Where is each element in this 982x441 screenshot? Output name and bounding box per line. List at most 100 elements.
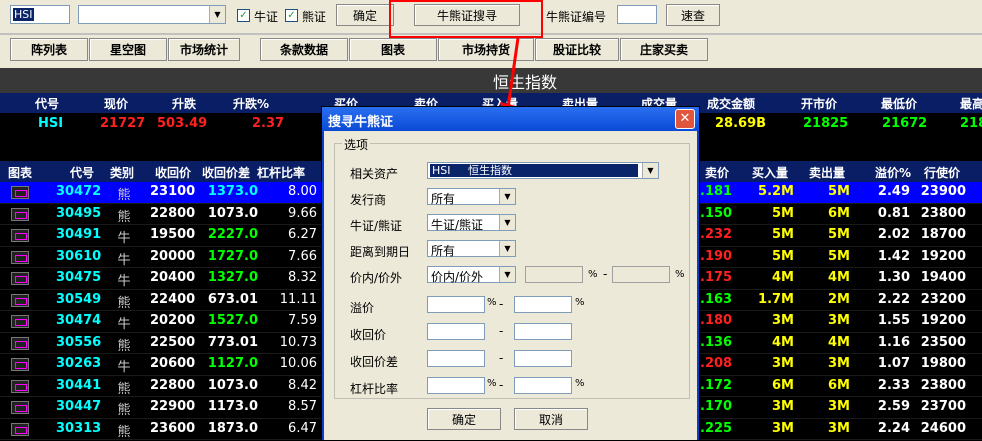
row-type: 牛 xyxy=(117,360,131,375)
row-leverage: 8.42 xyxy=(288,377,317,393)
row-type: 牛 xyxy=(117,317,131,332)
tab-terms[interactable]: 条款数据 xyxy=(260,38,348,61)
row-recall: 22800 xyxy=(150,205,196,221)
row-premium: 1.55 xyxy=(877,313,910,328)
bear-checkbox[interactable]: ✓ xyxy=(285,9,298,22)
recall-max-input[interactable] xyxy=(514,323,572,340)
chart-icon[interactable] xyxy=(11,315,29,328)
confirm-button[interactable]: 确定 xyxy=(336,4,394,26)
leverage-label: 杠杆比率 xyxy=(350,382,399,396)
tab-compare[interactable]: 股证比较 xyxy=(535,38,619,61)
range-dash: - xyxy=(499,297,504,311)
recall-label: 收回价 xyxy=(350,328,387,342)
dialog-cancel-button[interactable]: 取消 xyxy=(514,408,588,430)
row-recall: 22500 xyxy=(150,334,196,350)
chart-icon[interactable] xyxy=(11,358,29,371)
tab-dealer[interactable]: 庄家买卖 xyxy=(620,38,708,61)
index-code: HSI xyxy=(38,116,64,131)
percent-icon: % xyxy=(588,269,598,280)
leverage-min-input[interactable] xyxy=(427,377,485,394)
row-strike: 23200 xyxy=(920,291,966,307)
row-premium: 1.30 xyxy=(877,270,910,285)
bull-checkbox[interactable]: ✓ xyxy=(237,9,250,22)
moneyness-select[interactable]: 价内/价外 ▼ xyxy=(427,266,516,284)
premium-max-input[interactable] xyxy=(514,296,572,313)
row-bid-qty: 1.7M xyxy=(758,291,794,307)
col-strike: 行使价 xyxy=(924,166,961,180)
premium-min-input[interactable] xyxy=(427,296,485,313)
row-ask: .232 xyxy=(700,227,733,242)
row-bid-qty: 3M xyxy=(772,313,794,328)
chart-icon[interactable] xyxy=(11,272,29,285)
row-ask: .181 xyxy=(700,184,733,199)
row-ask: .190 xyxy=(700,248,733,264)
bear-label: 熊证 xyxy=(302,10,327,24)
chevron-down-icon: ▼ xyxy=(499,241,515,256)
chart-icon[interactable] xyxy=(11,293,29,307)
recall-diff-max-input[interactable] xyxy=(514,350,572,367)
row-ask: .172 xyxy=(700,377,733,393)
symbol-dropdown[interactable]: ▼ xyxy=(78,5,226,24)
issuer-select[interactable]: 所有 ▼ xyxy=(427,188,516,206)
moneyness-min-input[interactable] xyxy=(525,266,583,283)
row-premium: 2.22 xyxy=(877,291,910,307)
chart-icon[interactable] xyxy=(11,207,29,221)
index-title: 恒生指数 xyxy=(492,73,557,92)
row-ask: .170 xyxy=(700,399,733,414)
tab-chart[interactable]: 图表 xyxy=(349,38,437,61)
type-select[interactable]: 牛证/熊证 ▼ xyxy=(427,214,516,232)
row-bid-qty: 3M xyxy=(772,399,794,414)
row-type: 熊 xyxy=(117,381,131,397)
asset-label: 相关资产 xyxy=(350,167,399,181)
row-ask-qty: 3M xyxy=(828,420,850,436)
chart-icon[interactable] xyxy=(11,186,29,199)
row-strike: 18700 xyxy=(920,227,966,242)
row-premium: 2.33 xyxy=(877,377,910,393)
row-bid-qty: 3M xyxy=(772,420,794,436)
type-label: 牛证/熊证 xyxy=(350,219,403,233)
row-ask-qty: 3M xyxy=(828,399,850,414)
chart-icon[interactable] xyxy=(11,229,29,242)
row-bid-qty: 3M xyxy=(772,356,794,371)
row-bid-qty: 4M xyxy=(772,334,794,350)
tab-star-map[interactable]: 星空图 xyxy=(89,38,167,61)
row-code: 30495 xyxy=(56,205,102,221)
col-ask-qty: 卖出量 xyxy=(809,166,846,180)
col-leverage: 杠杆比率 xyxy=(257,166,306,180)
tab-array[interactable]: 阵列表 xyxy=(10,38,88,61)
tab-market-stats[interactable]: 市场统计 xyxy=(168,38,240,61)
close-icon[interactable]: ✕ xyxy=(675,109,695,129)
recall-diff-min-input[interactable] xyxy=(427,350,485,367)
row-ask-qty: 2M xyxy=(828,291,850,307)
chart-icon[interactable] xyxy=(11,250,29,264)
row-strike: 23700 xyxy=(920,399,966,414)
expiry-select[interactable]: 所有 ▼ xyxy=(427,240,516,258)
row-premium: 1.16 xyxy=(877,334,910,350)
symbol-input[interactable]: HSI xyxy=(10,5,70,24)
row-recall-diff: 1073.0 xyxy=(207,205,258,221)
cbbc-code-input[interactable] xyxy=(617,5,657,24)
chart-icon[interactable] xyxy=(11,401,29,414)
col-change: 升跌 xyxy=(172,97,197,111)
highlight-box xyxy=(389,0,543,38)
quick-search-button[interactable]: 速查 xyxy=(666,4,720,26)
chart-icon[interactable] xyxy=(11,336,29,350)
chart-icon[interactable] xyxy=(11,379,29,393)
leverage-max-input[interactable] xyxy=(514,377,572,394)
row-code: 30610 xyxy=(56,248,102,264)
recall-min-input[interactable] xyxy=(427,323,485,340)
row-ask-qty: 3M xyxy=(828,313,850,328)
row-type: 熊 xyxy=(117,403,131,418)
row-strike: 19200 xyxy=(920,248,966,264)
moneyness-max-input[interactable] xyxy=(612,266,670,283)
row-ask: .175 xyxy=(700,270,733,285)
expiry-label: 距离到期日 xyxy=(350,245,411,259)
percent-icon: % xyxy=(487,378,497,389)
row-recall: 20600 xyxy=(150,356,196,371)
col-low: 最低价 xyxy=(881,97,918,111)
dialog-ok-button[interactable]: 确定 xyxy=(427,408,501,430)
row-type: 熊 xyxy=(117,209,131,225)
asset-select[interactable]: HSI 恒生指数 ▼ xyxy=(427,162,659,179)
dialog-title: 搜寻牛熊证 xyxy=(328,115,394,130)
chart-icon[interactable] xyxy=(11,422,29,436)
